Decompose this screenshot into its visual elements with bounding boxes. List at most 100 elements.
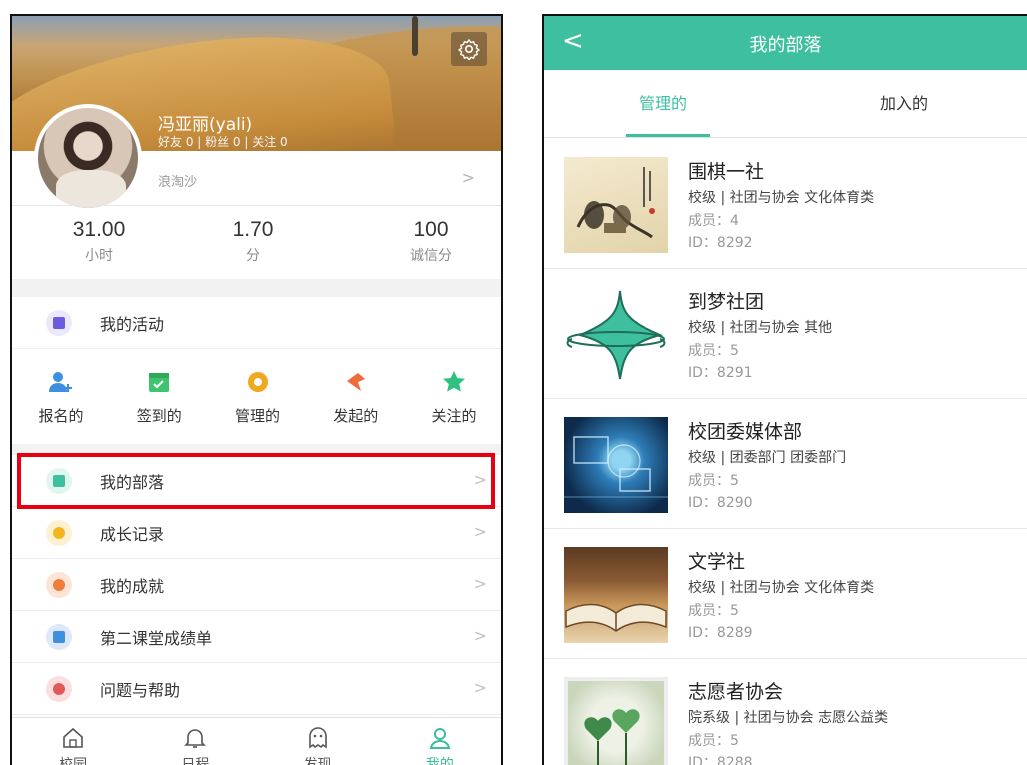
shortcut-initiated[interactable]: 发起的 xyxy=(321,369,391,449)
tribe-members: 成员：5 xyxy=(688,343,739,359)
menu-item-help[interactable]: 问题与帮助 > xyxy=(12,663,501,715)
shortcut-followed[interactable]: 关注的 xyxy=(419,369,489,449)
tab-label: 我的 xyxy=(425,757,454,765)
metric-unit: 诚信分 xyxy=(410,248,452,264)
tribe-item[interactable]: 围棋一社 校级 | 社团与协会 文化体育类 成员：4 ID：8292 xyxy=(544,139,1027,269)
menu-item-my-activity[interactable]: 我的活动 xyxy=(12,297,501,349)
metric-value: 1.70 xyxy=(232,218,274,241)
tribe-category: 院系级 | 社团与协会 志愿公益类 xyxy=(688,710,889,726)
tab-label: 日程 xyxy=(181,757,210,765)
metric-credit-score: 100 诚信分 xyxy=(386,218,476,265)
menu-item-achievements[interactable]: 我的成就 > xyxy=(12,559,501,611)
tribe-thumbnail-media-dept xyxy=(564,417,668,513)
shortcut-label: 发起的 xyxy=(333,407,379,425)
my-tribe-screen: < 我的部落 管理的 加入的 围棋一社 校级 | 社团与协会 文化体育类 成员：… xyxy=(542,14,1027,765)
tribe-id: ID：8291 xyxy=(688,365,753,381)
menu-item-label: 我的部落 xyxy=(100,472,165,492)
menu-item-transcript[interactable]: 第二课堂成绩单 > xyxy=(12,611,501,663)
tribe-name: 到梦社团 xyxy=(688,291,765,313)
tribe-members: 成员：5 xyxy=(688,603,739,619)
tribe-item[interactable]: 志愿者协会 院系级 | 社团与协会 志愿公益类 成员：5 ID：8288 xyxy=(544,659,1027,765)
tribe-name: 围棋一社 xyxy=(688,161,765,183)
user-signature[interactable]: 浪淘沙 xyxy=(158,171,197,190)
menu-list: 我的部落 > 成长记录 > 我的成就 > 第二课堂成绩单 > 问题与帮助 > xyxy=(12,455,501,717)
tab-discover[interactable]: 发现 xyxy=(283,718,353,765)
shortcut-registered[interactable]: 报名的 xyxy=(26,369,96,449)
menu-item-growth-record[interactable]: 成长记录 > xyxy=(12,507,501,559)
tribe-name: 志愿者协会 xyxy=(688,681,784,703)
discover-icon xyxy=(308,727,327,749)
tribe-category: 校级 | 社团与协会 文化体育类 xyxy=(688,580,875,596)
chevron-right-icon[interactable]: > xyxy=(462,168,475,187)
menu-item-label: 我的成就 xyxy=(100,576,165,596)
activity-shortcuts: 报名的 签到的 管理的 发起的 关注的 xyxy=(12,349,501,449)
tab-schedule[interactable]: 日程 xyxy=(160,718,230,765)
chevron-right-icon: > xyxy=(473,522,487,541)
bell-icon xyxy=(184,729,207,748)
tribe-thumbnail-volunteers xyxy=(564,677,668,765)
tribe-thumbnail-literature xyxy=(564,547,668,643)
page-title: 我的部落 xyxy=(749,35,822,56)
medal-icon xyxy=(46,571,72,598)
flag-icon xyxy=(343,369,369,395)
tribe-thumbnail-spinning-top xyxy=(564,287,668,383)
menu-item-label: 第二课堂成绩单 xyxy=(100,628,213,648)
tribe-thumbnail-go-club xyxy=(564,157,668,253)
activity-icon xyxy=(46,309,72,336)
avatar[interactable] xyxy=(34,104,142,212)
profile-icon xyxy=(429,728,451,749)
divider xyxy=(12,205,501,206)
menu-item-my-tribe[interactable]: 我的部落 > xyxy=(12,455,501,507)
metric-points: 1.70 分 xyxy=(208,218,298,265)
shortcut-label: 管理的 xyxy=(234,407,280,425)
transcript-icon xyxy=(46,623,72,650)
tab-joined[interactable]: 加入的 xyxy=(880,90,928,114)
menu-item-label: 问题与帮助 xyxy=(100,680,181,700)
tab-mine[interactable]: 我的 xyxy=(405,718,475,765)
profile-screen: 冯亚丽(yali) 好友 0 | 粉丝 0 | 关注 0 浪淘沙 > 31.00… xyxy=(10,14,503,765)
tribe-id: ID：8288 xyxy=(688,755,753,765)
tribe-tabs: 管理的 加入的 xyxy=(544,70,1027,138)
tribe-id: ID：8290 xyxy=(688,495,753,511)
calendar-check-icon xyxy=(146,369,172,395)
tribe-category: 校级 | 社团与协会 文化体育类 xyxy=(688,190,875,206)
tribe-id: ID：8292 xyxy=(688,235,753,251)
growth-icon xyxy=(46,519,72,546)
user-add-icon xyxy=(48,369,74,395)
active-tab-indicator xyxy=(626,134,710,137)
star-icon xyxy=(441,369,467,395)
tribe-icon xyxy=(46,467,72,494)
tribe-item[interactable]: 校团委媒体部 校级 | 团委部门 团委部门 成员：5 ID：8290 xyxy=(544,399,1027,529)
tribe-members: 成员：5 xyxy=(688,473,739,489)
shortcut-label: 报名的 xyxy=(38,407,84,425)
shortcut-checked-in[interactable]: 签到的 xyxy=(124,369,194,449)
tab-campus[interactable]: 校园 xyxy=(38,718,108,765)
tab-label: 发现 xyxy=(303,757,332,765)
tribe-category: 校级 | 社团与协会 其他 xyxy=(688,320,833,336)
shortcut-label: 关注的 xyxy=(431,407,477,425)
shortcut-managed[interactable]: 管理的 xyxy=(223,369,293,449)
tribe-id: ID：8289 xyxy=(688,625,753,641)
menu-item-label: 成长记录 xyxy=(100,524,165,544)
tribe-item[interactable]: 到梦社团 校级 | 社团与协会 其他 成员：5 ID：8291 xyxy=(544,269,1027,399)
metric-unit: 小时 xyxy=(85,248,113,264)
home-icon xyxy=(63,727,83,748)
metric-unit: 分 xyxy=(246,248,260,264)
metric-value: 31.00 xyxy=(72,218,126,241)
activity-section: 我的活动 报名的 签到的 管理的 发起的 关注的 xyxy=(12,297,501,444)
gear-flower-icon xyxy=(245,369,271,395)
tribe-item[interactable]: 文学社 校级 | 社团与协会 文化体育类 成员：5 ID：8289 xyxy=(544,529,1027,659)
tab-label: 校园 xyxy=(59,757,88,765)
tribe-category: 校级 | 团委部门 团委部门 xyxy=(688,450,847,466)
metric-hours: 31.00 小时 xyxy=(54,218,144,265)
user-name: 冯亚丽(yali) xyxy=(158,115,253,135)
tab-managed[interactable]: 管理的 xyxy=(639,90,687,114)
chevron-right-icon: > xyxy=(473,678,487,697)
tribe-members: 成员：5 xyxy=(688,733,739,749)
tribe-members: 成员：4 xyxy=(688,213,739,229)
tribe-name: 校团委媒体部 xyxy=(688,421,803,443)
metric-value: 100 xyxy=(413,218,449,241)
chevron-right-icon: > xyxy=(473,574,487,593)
settings-gear-icon[interactable] xyxy=(451,32,487,66)
chevron-right-icon: > xyxy=(473,626,487,645)
